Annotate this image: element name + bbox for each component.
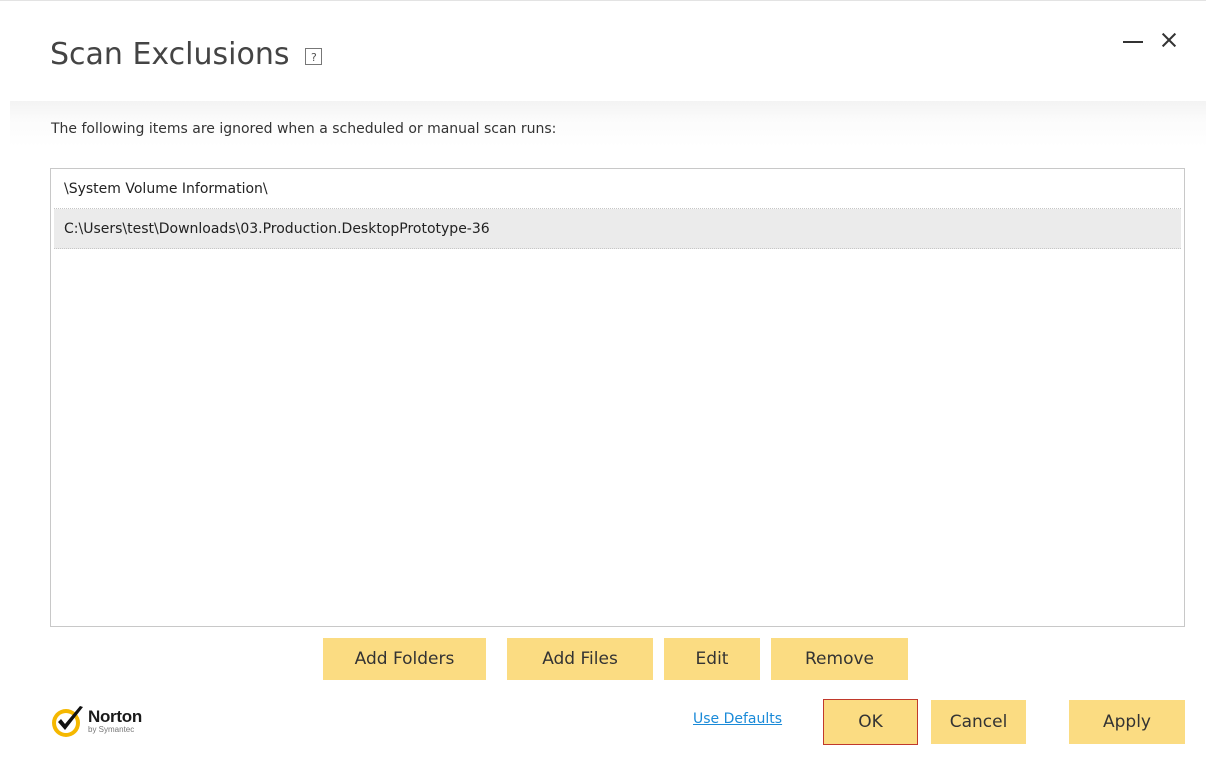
norton-logo: Norton by Symantec: [50, 703, 142, 739]
action-buttons: Add Folders Add Files Edit Remove: [323, 638, 908, 680]
title-bar: Scan Exclusions ?: [50, 37, 323, 72]
logo-name: Norton: [88, 707, 142, 726]
window-controls: [1122, 29, 1180, 51]
footer: Norton by Symantec Use Defaults OK Cance…: [0, 699, 1206, 745]
ok-button[interactable]: OK: [823, 699, 918, 745]
remove-button[interactable]: Remove: [771, 638, 908, 680]
apply-button[interactable]: Apply: [1069, 700, 1185, 744]
description-text: The following items are ignored when a s…: [51, 121, 557, 137]
window-title: Scan Exclusions: [50, 37, 290, 72]
list-item-selected[interactable]: C:\Users\test\Downloads\03.Production.De…: [54, 209, 1181, 249]
norton-check-icon: [50, 703, 86, 739]
add-folders-button[interactable]: Add Folders: [323, 638, 486, 680]
cancel-button[interactable]: Cancel: [931, 700, 1026, 744]
edit-button[interactable]: Edit: [664, 638, 760, 680]
logo-sub: by Symantec: [88, 725, 135, 734]
close-icon[interactable]: [1158, 29, 1180, 51]
add-files-button[interactable]: Add Files: [507, 638, 653, 680]
minimize-icon[interactable]: [1122, 29, 1144, 51]
help-icon[interactable]: ?: [305, 48, 323, 65]
scan-exclusions-window: Scan Exclusions ? The following items ar…: [0, 0, 1206, 758]
use-defaults-link[interactable]: Use Defaults: [693, 711, 782, 727]
list-item[interactable]: \System Volume Information\: [54, 169, 1181, 209]
exclusions-list[interactable]: \System Volume Information\ C:\Users\tes…: [50, 168, 1185, 627]
